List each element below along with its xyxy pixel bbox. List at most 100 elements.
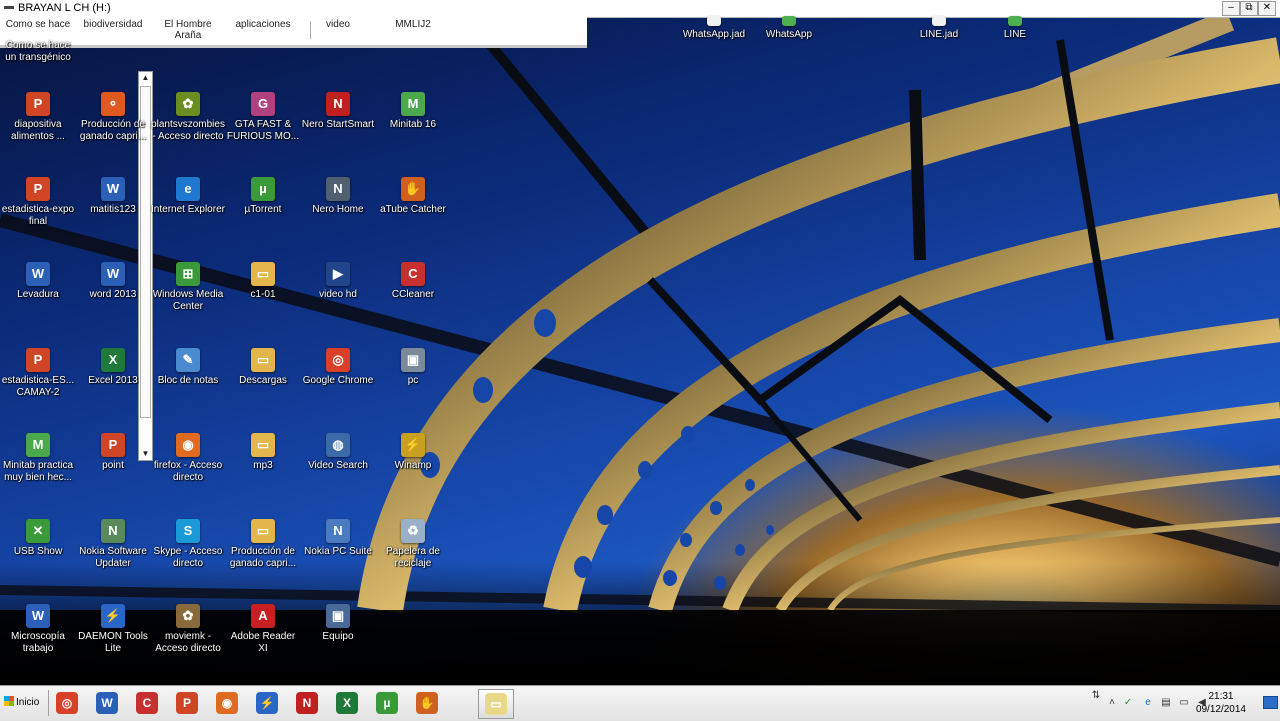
desktop-icon[interactable]: ✎ Bloc de notas (150, 348, 226, 387)
start-button[interactable]: Inicio (0, 690, 46, 716)
desktop-icon[interactable]: N Nero Home (300, 177, 376, 216)
app-icon: ⊞ (176, 262, 200, 286)
desktop-icon[interactable]: ◎ Google Chrome (300, 348, 376, 387)
partial-item[interactable]: Como se hace (0, 19, 76, 30)
desktop-icon[interactable]: ◍ Video Search (300, 433, 376, 472)
partial-item[interactable]: MMLIJ2 (375, 19, 451, 30)
icon-label: LINE.jad (919, 29, 959, 40)
desktop-icon[interactable]: ⚬ Producción de ganado capri... (75, 92, 151, 143)
desktop-icon[interactable]: A Adobe Reader XI (225, 604, 301, 655)
minimize-button[interactable]: – (1222, 1, 1240, 16)
desktop-icon[interactable]: ▣ Equipo (300, 604, 376, 643)
desktop-icon[interactable]: N Nokia Software Updater (75, 519, 151, 570)
app-icon: ◉ (176, 433, 200, 457)
icon-label: Internet Explorer (151, 204, 225, 215)
tray-overflow-icon[interactable]: ˄ (1106, 697, 1118, 709)
chrome-taskbar-icon: ◎ (56, 692, 78, 714)
desktop-icon[interactable]: ▭ mp3 (225, 433, 301, 472)
nero-taskbar-button[interactable]: N (290, 689, 324, 717)
desktop-icon[interactable]: ✋ aTube Catcher (375, 177, 451, 216)
desktop-icon-transgenico[interactable]: Como se hace un transgénico (0, 40, 76, 64)
icon-label: estadistica-expo final (1, 204, 75, 227)
excel-taskbar-button[interactable]: X (330, 689, 364, 717)
ie-tray-icon[interactable]: e (1142, 697, 1154, 709)
desktop-icon[interactable]: ◉ firefox - Acceso directo (150, 433, 226, 484)
desktop-icon[interactable]: S Skype - Acceso directo (150, 519, 226, 570)
explorer-window-titlebar[interactable]: BRAYAN L CH (H:) – ⧉ ✕ (0, 0, 1280, 18)
tray-menu-icon[interactable]: ⇅ (1090, 690, 1102, 702)
desktop-icon[interactable]: X Excel 2013 (75, 348, 151, 387)
chrome-taskbar-button[interactable]: ◎ (50, 689, 84, 717)
desktop-icon[interactable]: ✿ moviemk - Acceso directo (150, 604, 226, 655)
desktop-icon[interactable]: W Levadura (0, 262, 76, 301)
partial-item[interactable]: aplicaciones (225, 19, 301, 30)
atube-catcher-taskbar-button[interactable]: ✋ (410, 689, 444, 717)
desktop-icon-whatsapp[interactable]: WhatsApp (751, 16, 827, 41)
word-taskbar-button[interactable]: W (90, 689, 124, 717)
icon-label: c1-01 (250, 289, 276, 300)
icon-label: Google Chrome (302, 375, 374, 386)
desktop-icon-line-jad[interactable]: LINE.jad (901, 16, 977, 41)
network-icon[interactable]: ▤ (1160, 697, 1172, 709)
desktop-icon-line[interactable]: LINE (977, 16, 1053, 41)
desktop-icon[interactable]: Pdiapositiva alimentos ... (0, 92, 76, 143)
icon-label: GTA FAST & FURIOUS MO... (226, 119, 300, 142)
app-icon: ▣ (326, 604, 350, 628)
desktop-icon[interactable]: N Nero StartSmart (300, 92, 376, 131)
icon-label: Nokia Software Updater (79, 546, 147, 569)
scroll-up-icon[interactable]: ▲ (139, 72, 152, 84)
desktop-icon[interactable]: M Minitab practica muy bien hec... (0, 433, 76, 484)
app-icon: ▶ (326, 262, 350, 286)
desktop-icon[interactable]: ▭ Descargas (225, 348, 301, 387)
desktop-icon[interactable]: ⚡ Winamp (375, 433, 451, 472)
desktop-icon[interactable]: e Internet Explorer (150, 177, 226, 216)
close-button[interactable]: ✕ (1258, 1, 1276, 16)
icon-label: µTorrent (244, 204, 282, 215)
icon-label: aTube Catcher (380, 204, 446, 215)
clock-date: 09/12/2014 (1195, 704, 1246, 715)
restore-button[interactable]: ⧉ (1240, 1, 1258, 16)
desktop-icon[interactable]: ♻ Papelera de reciclaje (375, 519, 451, 570)
desktop-icon[interactable]: Pestadistica-expo final (0, 177, 76, 228)
desktop-icon[interactable]: N Nokia PC Suite (300, 519, 376, 558)
icon-label: CCleaner (391, 289, 435, 300)
powerpoint-taskbar-button[interactable]: P (170, 689, 204, 717)
clock[interactable]: 21:31 09/12/2014 (1196, 690, 1246, 716)
desktop-icon[interactable]: ⊞ Windows Media Center (150, 262, 226, 313)
app-icon: M (401, 92, 425, 116)
desktop-icon[interactable]: ✕ USB Show (0, 519, 76, 558)
security-icon[interactable]: ✓ (1122, 697, 1134, 709)
desktop-icon[interactable]: Wword 2013 (75, 262, 151, 301)
explorer-window-taskbar-button[interactable]: ▭ (478, 689, 514, 719)
desktop-icon[interactable]: ✿ plantsvszombies - Acceso directo (150, 92, 226, 143)
desktop-icon[interactable]: ▭ c1-01 (225, 262, 301, 301)
partial-item[interactable]: video (300, 19, 376, 30)
icon-label: DAEMON Tools Lite (78, 631, 148, 654)
desktop-icon[interactable]: ▣ pc (375, 348, 451, 387)
desktop-icon[interactable]: Wmatitis123 (75, 177, 151, 216)
app-icon (782, 16, 796, 26)
icon-label: moviemk - Acceso directo (155, 631, 221, 654)
desktop-icon[interactable]: W Microscopía trabajo (0, 604, 76, 655)
icon-label: Minitab practica muy bien hec... (2, 460, 74, 483)
desktop-icon[interactable]: M Minitab 16 (375, 92, 451, 131)
desktop-icon[interactable]: G GTA FAST & FURIOUS MO... (225, 92, 301, 143)
desktop-icon[interactable]: Pestadistica-ES... CAMAY-2 (0, 348, 76, 399)
power-icon[interactable]: ▭ (1178, 697, 1190, 709)
desktop-icon[interactable]: C CCleaner (375, 262, 451, 301)
ccleaner-taskbar-button[interactable]: C (130, 689, 164, 717)
desktop-icon[interactable]: Ppoint (75, 433, 151, 472)
desktop-icon[interactable]: ▶ video hd (300, 262, 376, 301)
window-menu-icon[interactable] (4, 6, 14, 9)
action-center-icon[interactable] (1263, 696, 1278, 709)
icon-label: Video Search (308, 460, 368, 471)
daemon-tools-taskbar-button[interactable]: ⚡ (250, 689, 284, 717)
utorrent-taskbar-button[interactable]: µ (370, 689, 404, 717)
desktop-icon[interactable]: ▭ Producción de ganado capri... (225, 519, 301, 570)
partial-item[interactable]: biodiversidad (75, 19, 151, 30)
desktop-icon-whatsapp-jad[interactable]: WhatsApp.jad (676, 16, 752, 41)
partial-item[interactable]: El Hombre Araña (150, 19, 226, 41)
firefox-taskbar-button[interactable]: ◉ (210, 689, 244, 717)
desktop-icon[interactable]: µ µTorrent (225, 177, 301, 216)
desktop-icon[interactable]: ⚡ DAEMON Tools Lite (75, 604, 151, 655)
